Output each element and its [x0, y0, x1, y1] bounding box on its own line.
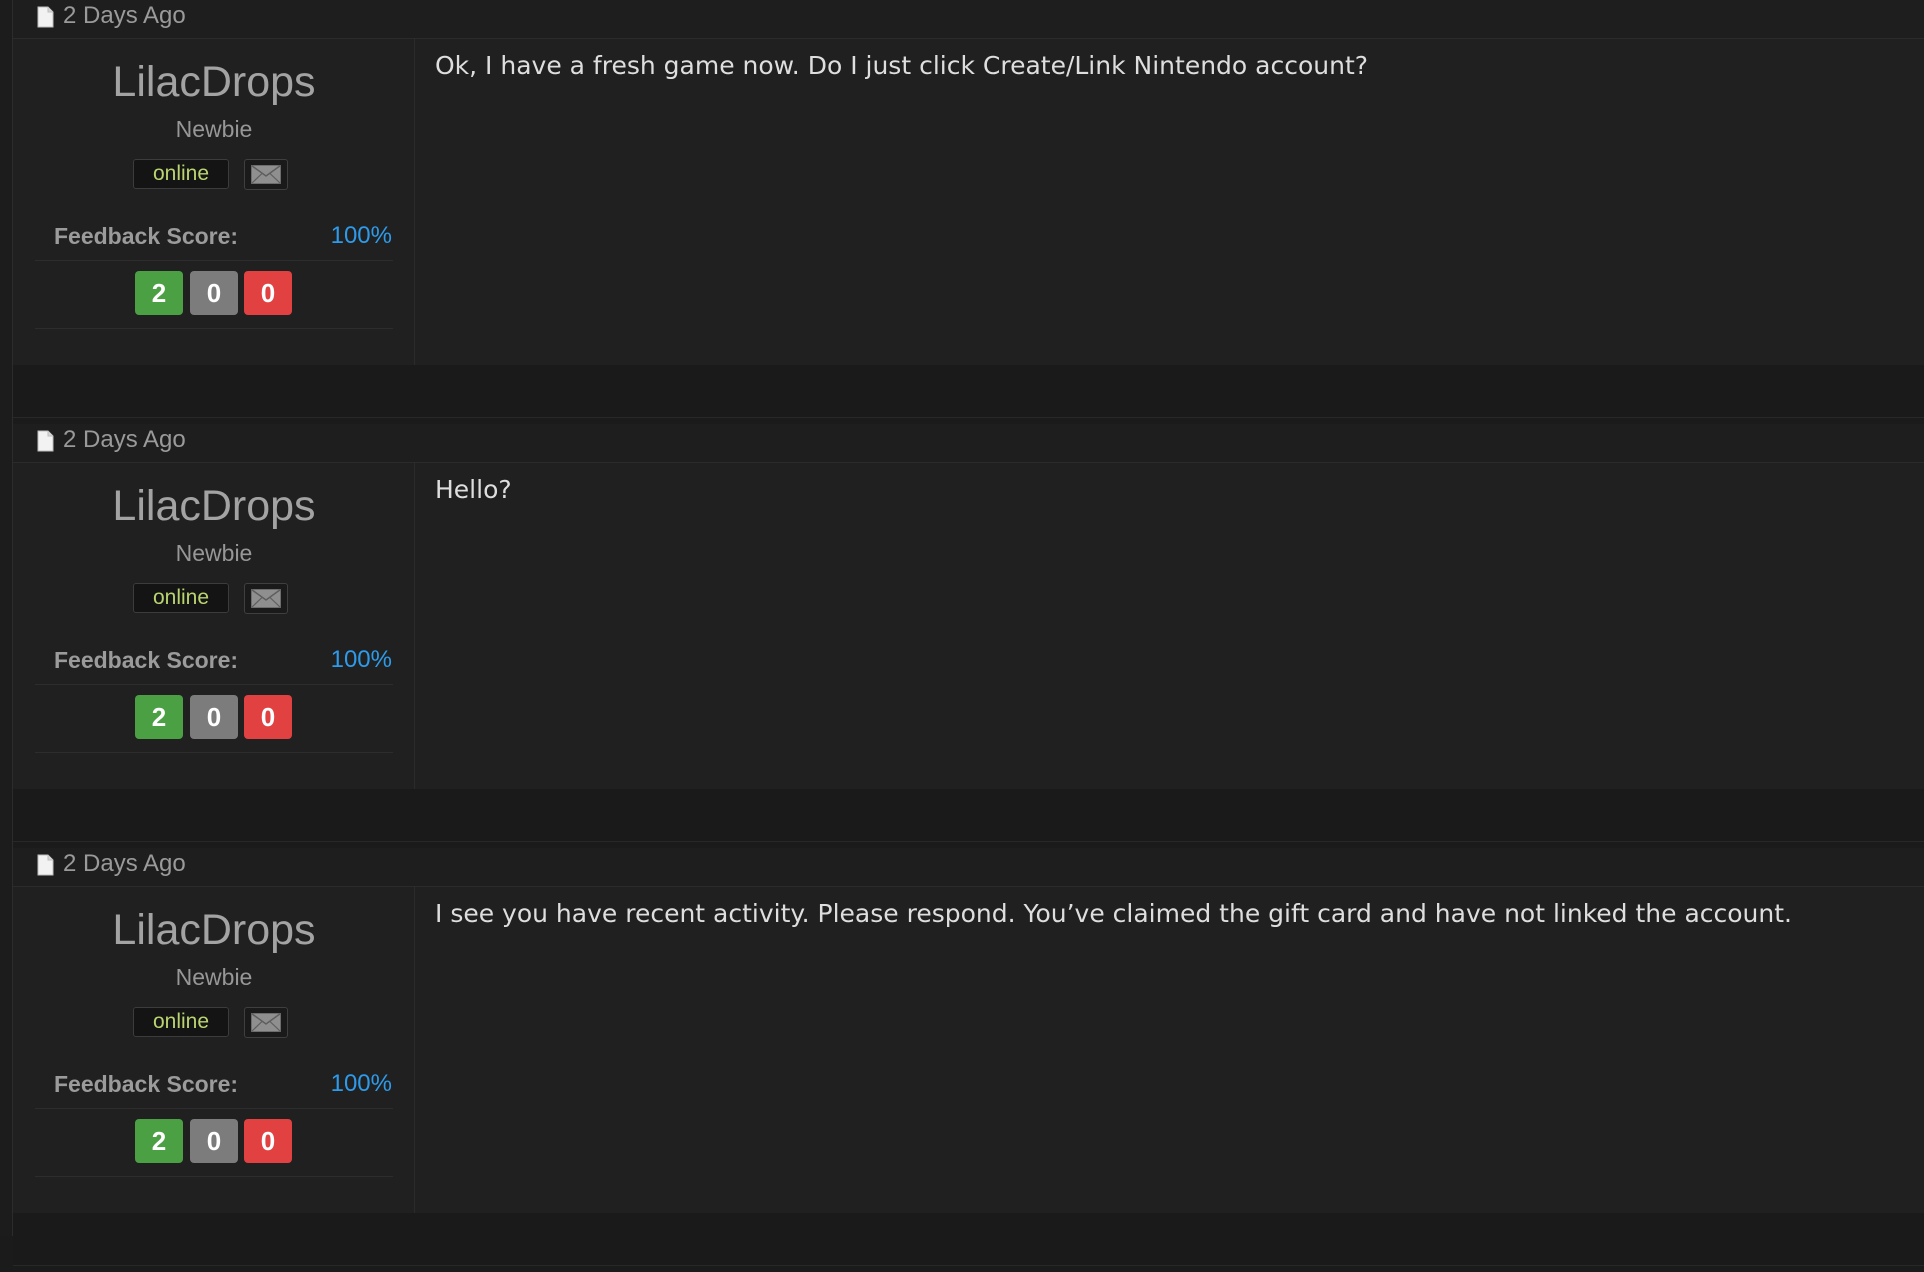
- feedback-positive-count[interactable]: 2: [135, 1119, 183, 1163]
- user-title: Newbie: [175, 116, 253, 142]
- post-body: LilacDrops Newbie online Feedback Score:…: [13, 463, 1924, 789]
- post: 2 Days Ago LilacDrops Newbie online Feed…: [13, 424, 1924, 848]
- online-status-badge: online: [133, 1007, 229, 1037]
- post: 2 Days Ago LilacDrops Newbie online Feed…: [13, 848, 1924, 1272]
- user-title: Newbie: [175, 540, 253, 566]
- post-header: 2 Days Ago: [13, 424, 1924, 463]
- divider: [35, 684, 393, 685]
- feedback-negative-count[interactable]: 0: [244, 695, 292, 739]
- divider: [35, 752, 393, 753]
- divider: [35, 1176, 393, 1177]
- document-icon: [37, 6, 54, 28]
- divider: [35, 260, 393, 261]
- post-body: LilacDrops Newbie online Feedback Score:…: [13, 39, 1924, 365]
- user-info-panel: LilacDrops Newbie online Feedback Score:…: [13, 463, 415, 789]
- post-date: 2 Days Ago: [63, 426, 186, 453]
- post-header: 2 Days Ago: [13, 0, 1924, 39]
- divider: [35, 1108, 393, 1109]
- post: 2 Days Ago LilacDrops Newbie online Feed…: [13, 0, 1924, 424]
- feedback-positive-count[interactable]: 2: [135, 695, 183, 739]
- feedback-score-link[interactable]: 100%: [331, 1070, 392, 1098]
- feedback-score-link[interactable]: 100%: [331, 222, 392, 250]
- username-link[interactable]: LilacDrops: [13, 481, 415, 531]
- feedback-positive-count[interactable]: 2: [135, 271, 183, 315]
- feedback-negative-count[interactable]: 0: [244, 271, 292, 315]
- feedback-score-label: Feedback Score:: [54, 1071, 239, 1097]
- online-status-badge: online: [133, 583, 229, 613]
- private-message-button[interactable]: [244, 1007, 288, 1038]
- feedback-neutral-count[interactable]: 0: [190, 695, 238, 739]
- envelope-icon: [251, 1013, 281, 1032]
- user-title: Newbie: [175, 964, 253, 990]
- feedback-score-label: Feedback Score:: [54, 647, 239, 673]
- post-separator: [13, 365, 1924, 418]
- post-date: 2 Days Ago: [63, 2, 186, 29]
- divider: [35, 328, 393, 329]
- online-status-badge: online: [133, 159, 229, 189]
- document-icon: [37, 430, 54, 452]
- left-rail: [0, 0, 13, 1236]
- post-date: 2 Days Ago: [63, 850, 186, 877]
- post-separator: [13, 789, 1924, 842]
- post-message: Hello?: [435, 475, 512, 504]
- username-link[interactable]: LilacDrops: [13, 57, 415, 107]
- feedback-neutral-count[interactable]: 0: [190, 1119, 238, 1163]
- post-message: Ok, I have a fresh game now. Do I just c…: [435, 51, 1369, 80]
- feedback-negative-count[interactable]: 0: [244, 1119, 292, 1163]
- username-link[interactable]: LilacDrops: [13, 905, 415, 955]
- feedback-score-link[interactable]: 100%: [331, 646, 392, 674]
- user-info-panel: LilacDrops Newbie online Feedback Score:…: [13, 887, 415, 1213]
- post-separator: [13, 1213, 1924, 1266]
- envelope-icon: [251, 165, 281, 184]
- feedback-score-label: Feedback Score:: [54, 223, 239, 249]
- post-message: I see you have recent activity. Please r…: [435, 899, 1792, 928]
- private-message-button[interactable]: [244, 583, 288, 614]
- post-header: 2 Days Ago: [13, 848, 1924, 887]
- feedback-neutral-count[interactable]: 0: [190, 271, 238, 315]
- user-info-panel: LilacDrops Newbie online Feedback Score:…: [13, 39, 415, 365]
- private-message-button[interactable]: [244, 159, 288, 190]
- post-body: LilacDrops Newbie online Feedback Score:…: [13, 887, 1924, 1213]
- thread-post-list: 2 Days Ago LilacDrops Newbie online Feed…: [13, 0, 1924, 1266]
- document-icon: [37, 854, 54, 876]
- envelope-icon: [251, 589, 281, 608]
